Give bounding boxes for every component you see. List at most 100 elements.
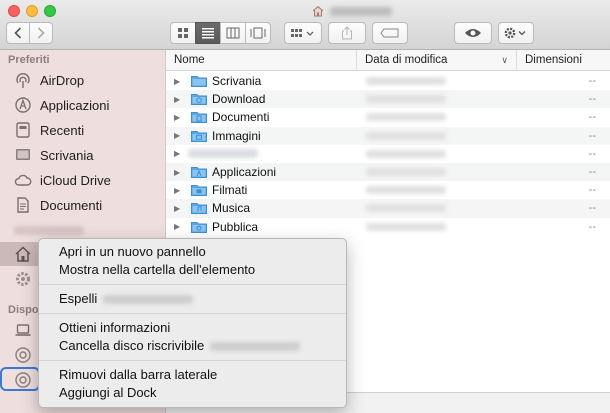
share-icon [342, 26, 352, 40]
icon-view-button[interactable] [170, 22, 196, 44]
redacted-file-name [188, 149, 258, 159]
redacted-date [366, 131, 446, 140]
public-folder-icon [191, 221, 207, 233]
forward-button[interactable] [29, 22, 53, 44]
home-icon [14, 245, 32, 263]
column-view-button[interactable] [220, 22, 246, 44]
redacted-date [366, 149, 446, 158]
tags-button[interactable] [372, 22, 408, 44]
column-header-date-label: Data di modifica [365, 54, 448, 66]
documents-folder-icon [191, 112, 207, 124]
folder-icon [191, 76, 207, 88]
applications-icon [14, 96, 32, 114]
sidebar-item-airdrop[interactable]: AirDrop [0, 68, 166, 92]
grid-icon [178, 28, 188, 38]
toolbar [0, 0, 610, 50]
menu-item-erase-disc[interactable]: Cancella disco riscrivibile [39, 337, 346, 355]
sidebar-item-applications[interactable]: Applicazioni [0, 93, 166, 117]
gallery-view-button[interactable] [245, 22, 271, 44]
disclosure-triangle-icon[interactable]: ▶ [174, 222, 188, 231]
sidebar-item-desktop[interactable]: Scrivania [0, 143, 166, 167]
menu-separator [39, 313, 346, 314]
redacted-date [366, 168, 446, 177]
documents-icon [14, 196, 32, 214]
column-header-name[interactable]: Nome [166, 50, 356, 71]
disclosure-triangle-icon[interactable]: ▶ [174, 168, 188, 177]
redacted-date [366, 222, 446, 231]
arrange-icon [291, 29, 314, 37]
table-row[interactable]: ▶ Documenti -- [166, 108, 610, 126]
sidebar-item-label: Scrivania [40, 147, 94, 163]
menu-item-get-info[interactable]: Ottieni informazioni [39, 319, 346, 337]
window-title [312, 3, 392, 19]
table-row[interactable]: ▶ Pubblica -- [166, 218, 610, 236]
pictures-folder-icon [191, 130, 207, 142]
disclosure-triangle-icon[interactable]: ▶ [174, 186, 188, 195]
sidebar-item-documents[interactable]: Documenti [0, 193, 166, 217]
chevron-right-icon [37, 27, 45, 39]
columns-icon [226, 27, 240, 39]
quick-look-button[interactable] [454, 22, 492, 44]
disclosure-triangle-icon[interactable]: ▶ [174, 113, 188, 122]
sidebar-item-label: iCloud Drive [40, 172, 111, 188]
disc-icon [14, 346, 32, 364]
file-size: -- [588, 111, 596, 124]
zoom-window-button[interactable] [44, 5, 56, 17]
sidebar-item-icloud[interactable]: iCloud Drive [0, 168, 166, 192]
file-name: Pubblica [212, 219, 259, 234]
table-row[interactable]: ▶ Immagini -- [166, 126, 610, 145]
home-icon [312, 5, 324, 17]
disclosure-triangle-icon[interactable]: ▶ [174, 131, 188, 140]
applications-folder-icon [191, 167, 207, 179]
close-window-button[interactable] [8, 5, 20, 17]
menu-item-remove-sidebar[interactable]: Rimuovi dalla barra laterale [39, 366, 346, 384]
sidebar-item-label: Recenti [40, 122, 85, 138]
redacted-date [366, 77, 446, 86]
disclosure-triangle-icon[interactable]: ▶ [174, 95, 188, 104]
table-row[interactable]: ▶ Scrivania -- [166, 72, 610, 90]
share-button[interactable] [328, 22, 366, 44]
file-size: -- [588, 184, 596, 197]
download-folder-icon [191, 94, 207, 106]
arrange-button[interactable] [284, 22, 322, 44]
sidebar-item-label: Documenti [40, 197, 103, 213]
sidebar-item-recents[interactable]: Recenti [0, 118, 166, 142]
column-header-row: Nome Data di modifica ∨ Dimensioni [166, 50, 610, 71]
table-row[interactable]: ▶ Applicazioni -- [166, 162, 610, 182]
file-size: -- [588, 93, 596, 106]
file-size: -- [588, 166, 596, 179]
table-row[interactable]: ▶ Filmati -- [166, 181, 610, 199]
cover-flow-icon [250, 27, 266, 39]
redacted-label [14, 225, 84, 235]
file-size: -- [588, 202, 596, 215]
disclosure-triangle-icon[interactable]: ▶ [174, 77, 188, 86]
list-view-button[interactable] [195, 22, 221, 44]
table-row[interactable]: ▶ -- [166, 145, 610, 163]
file-name: Applicazioni [212, 165, 277, 180]
action-menu-button[interactable] [498, 22, 534, 44]
menu-item-eject[interactable]: Espelli [39, 290, 346, 308]
redacted-volume-name [210, 341, 301, 351]
menu-item-open-new-tab[interactable]: Apri in un nuovo pannello [39, 243, 346, 261]
recents-icon [14, 121, 32, 139]
back-button[interactable] [6, 22, 30, 44]
chevron-left-icon [14, 27, 22, 39]
movies-folder-icon [191, 185, 207, 197]
minimize-window-button[interactable] [26, 5, 38, 17]
menu-item-show-in-folder[interactable]: Mostra nella cartella dell'elemento [39, 261, 346, 279]
sidebar-item-label: AirDrop [40, 72, 85, 88]
file-size: -- [588, 75, 596, 88]
eye-icon [465, 29, 481, 37]
disclosure-triangle-icon[interactable]: ▶ [174, 149, 188, 158]
file-name: Scrivania [212, 74, 262, 89]
column-header-size[interactable]: Dimensioni [516, 50, 610, 71]
table-row[interactable]: ▶ Download -- [166, 90, 610, 109]
table-row[interactable]: ▶ Musica -- [166, 199, 610, 218]
column-header-date[interactable]: Data di modifica ∨ [356, 50, 516, 71]
file-rows: ▶ Scrivania -- ▶ Download -- ▶ Documenti… [166, 72, 610, 236]
menu-item-label: Cancella disco riscrivibile [59, 338, 205, 353]
gear-icon [14, 270, 32, 288]
menu-item-add-dock[interactable]: Aggiungi al Dock [39, 384, 346, 402]
airdrop-icon [14, 71, 32, 89]
disclosure-triangle-icon[interactable]: ▶ [174, 204, 188, 213]
